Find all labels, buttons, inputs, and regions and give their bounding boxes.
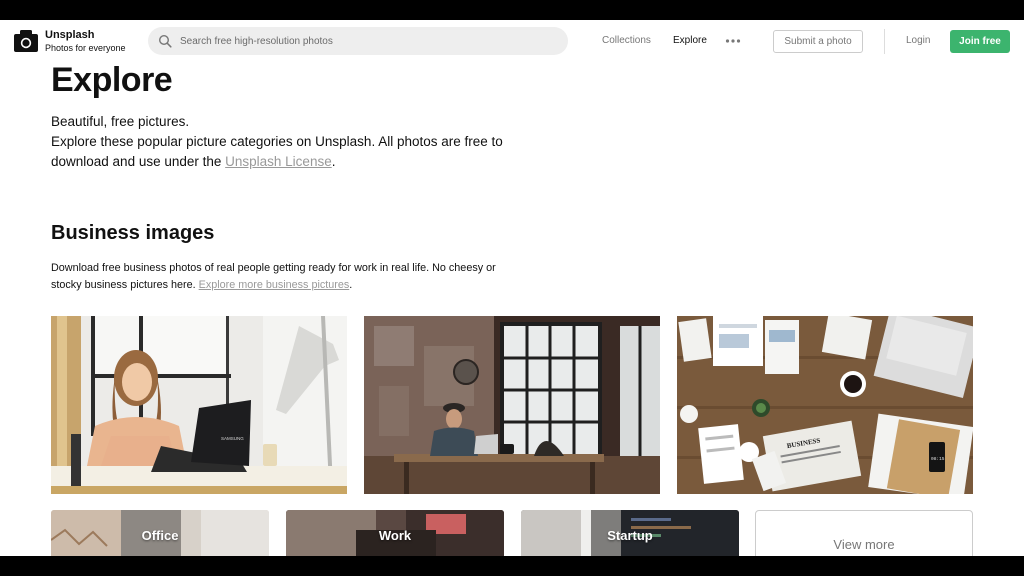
intro-text: Beautiful, free pictures. Explore these … bbox=[51, 112, 511, 172]
category-tile-office[interactable]: Office bbox=[51, 510, 269, 556]
login-link[interactable]: Login bbox=[906, 35, 930, 47]
brand[interactable]: Unsplash Photos for everyone bbox=[45, 29, 126, 54]
nav-collections[interactable]: Collections bbox=[602, 35, 651, 47]
join-free-button[interactable]: Join free bbox=[950, 30, 1010, 53]
explore-business-link[interactable]: Explore more business pictures bbox=[199, 279, 350, 291]
category-tile-startup[interactable]: Startup bbox=[521, 510, 739, 556]
section-title-business: Business images bbox=[51, 222, 215, 244]
intro-line-2: Explore these popular picture categories… bbox=[51, 134, 503, 169]
view-more-button[interactable]: View more bbox=[755, 510, 973, 556]
ellipsis-icon[interactable] bbox=[725, 34, 741, 48]
search-icon bbox=[158, 34, 172, 48]
top-navbar: Unsplash Photos for everyone Collections… bbox=[0, 20, 1024, 62]
header-divider bbox=[884, 29, 885, 54]
nav-explore[interactable]: Explore bbox=[673, 35, 707, 47]
intro-line-1: Beautiful, free pictures. bbox=[51, 114, 190, 129]
camera-logo-icon[interactable] bbox=[14, 30, 38, 52]
search-bar[interactable] bbox=[148, 27, 568, 55]
laptop-brand-text: SAMSUNG bbox=[221, 436, 244, 441]
brand-tagline: Photos for everyone bbox=[45, 43, 126, 53]
man-laptop-brick-loft-photo[interactable] bbox=[364, 316, 660, 494]
license-link[interactable]: Unsplash License bbox=[225, 154, 332, 169]
category-label-startup: Startup bbox=[607, 528, 653, 543]
app-screen: Unsplash Photos for everyone Collections… bbox=[0, 20, 1024, 556]
woman-laptop-office-photo[interactable]: SAMSUNG bbox=[51, 316, 347, 494]
category-tile-work[interactable]: Work bbox=[286, 510, 504, 556]
page-title: Explore bbox=[51, 61, 173, 99]
section-description: Download free business photos of real pe… bbox=[51, 262, 496, 291]
search-input[interactable] bbox=[180, 35, 550, 47]
submit-photo-button[interactable]: Submit a photo bbox=[773, 30, 863, 53]
desk-newspaper-business-flatlay-photo[interactable]: BUSINESS 08:15 bbox=[677, 316, 973, 494]
category-label-office: Office bbox=[141, 528, 179, 543]
phone-clock-text: 08:15 bbox=[931, 456, 945, 462]
category-label-work: Work bbox=[378, 528, 412, 543]
brand-name: Unsplash bbox=[45, 29, 95, 41]
